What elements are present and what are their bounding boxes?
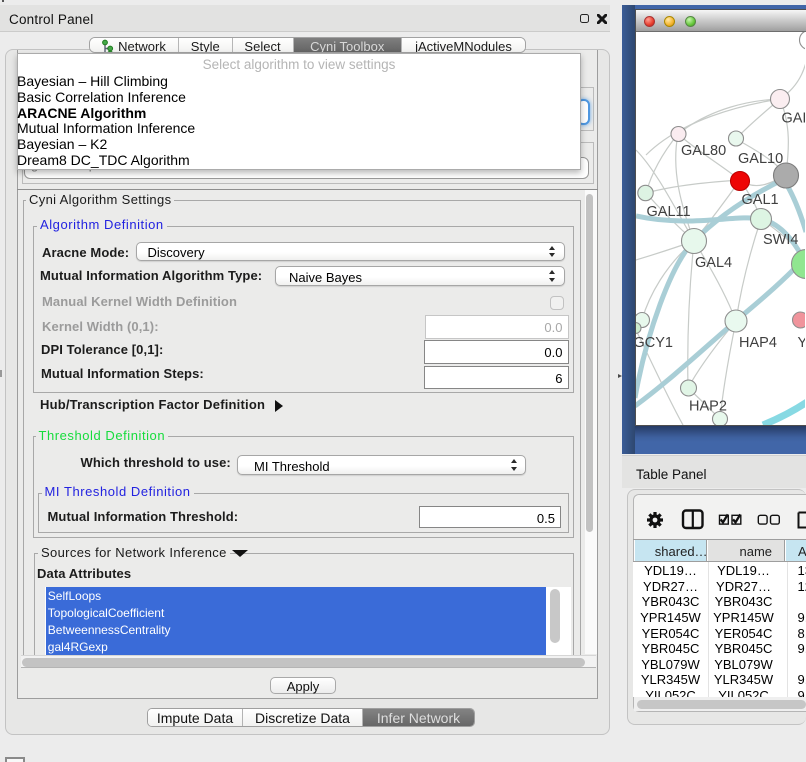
svg-text:SWI4: SWI4 [763, 232, 798, 248]
svg-text:GAL1: GAL1 [742, 192, 779, 208]
svg-text:Y: Y [798, 335, 806, 351]
svg-text:GAL80: GAL80 [681, 143, 726, 159]
svg-text:GAL10: GAL10 [738, 151, 783, 167]
svg-text:HAP4: HAP4 [739, 335, 777, 351]
svg-text:GCY1: GCY1 [636, 335, 673, 351]
svg-text:GAL…: GAL… [782, 111, 806, 127]
svg-text:HAP2: HAP2 [689, 399, 727, 415]
svg-text:GAL4: GAL4 [695, 255, 732, 271]
svg-text:GAL11: GAL11 [647, 204, 691, 220]
